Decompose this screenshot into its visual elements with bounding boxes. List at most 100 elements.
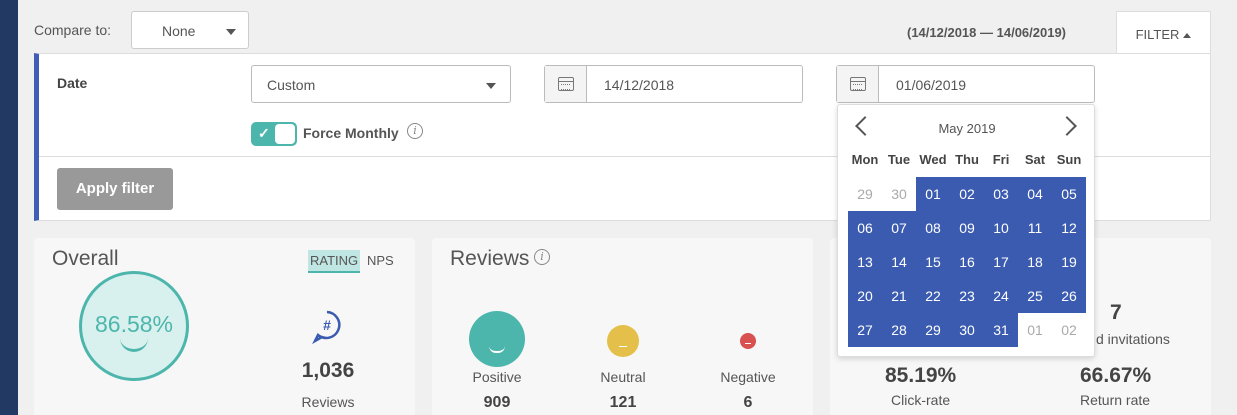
day-cell[interactable]: 24: [984, 279, 1018, 313]
neutral-count: 121: [609, 394, 637, 411]
day-cell[interactable]: 07: [882, 211, 916, 245]
score-value: 86.58%: [94, 311, 173, 337]
reviews-card: Reviews i Positive 909 Neutral 121 Negat…: [432, 238, 813, 415]
day-grid: 29 30 01 02 03 04 05 06 07 08 09 10 11 12 13 14 15 16 17 18…: [848, 177, 1086, 347]
compare-label: Compare to:: [34, 22, 112, 38]
day-cell[interactable]: 11: [1018, 211, 1052, 245]
reviews-label: Reviews: [301, 394, 355, 410]
day-cell[interactable]: 05: [1052, 177, 1086, 211]
toggle-knob: [275, 124, 295, 144]
end-date-input[interactable]: 01/06/2019: [836, 65, 1095, 103]
day-cell[interactable]: 02: [950, 177, 984, 211]
filter-label: FILTER: [1135, 27, 1180, 42]
apply-filter-button[interactable]: Apply filter: [57, 168, 173, 210]
day-cell[interactable]: 10: [984, 211, 1018, 245]
day-cell[interactable]: 26: [1052, 279, 1086, 313]
day-cell[interactable]: 01: [1018, 313, 1052, 347]
invitations-count: 7: [1110, 301, 1122, 324]
positive-count: 909: [483, 394, 511, 411]
day-cell[interactable]: 20: [848, 279, 882, 313]
weekday-label: Mon: [851, 152, 879, 167]
return-rate-value: 66.67%: [1080, 364, 1152, 387]
chevron-down-icon: [486, 83, 496, 89]
compare-value: None: [162, 23, 196, 39]
hash-icon: #: [312, 310, 341, 344]
weekday-label: Tue: [887, 152, 911, 167]
info-icon[interactable]: i: [534, 249, 550, 265]
reviews-count: 1,036: [301, 359, 355, 382]
tab-nps[interactable]: NPS: [367, 253, 394, 268]
return-rate-label: Return rate: [1080, 392, 1151, 408]
day-cell[interactable]: 15: [916, 245, 950, 279]
datepicker-popup: May 2019 Mon Tue Wed Thu Fri Sat Sun 29 30 01 02 0…: [837, 104, 1095, 357]
period-value: Custom: [267, 77, 316, 93]
weekday-label: Wed: [919, 152, 947, 167]
day-cell[interactable]: 16: [950, 245, 984, 279]
day-cell[interactable]: 06: [848, 211, 882, 245]
day-cell[interactable]: 19: [1052, 245, 1086, 279]
day-cell[interactable]: 14: [882, 245, 916, 279]
day-cell[interactable]: 25: [1018, 279, 1052, 313]
filter-toggle-button[interactable]: FILTER: [1116, 11, 1211, 55]
start-date-value: 14/12/2018: [604, 77, 675, 93]
day-cell[interactable]: 12: [1052, 211, 1086, 245]
datepicker-month: May 2019: [938, 121, 996, 136]
svg-text:#: #: [323, 317, 331, 333]
day-cell[interactable]: 17: [984, 245, 1018, 279]
click-rate-value: 85.19%: [885, 364, 957, 387]
invitations-label: d invitations: [1096, 331, 1170, 347]
day-cell[interactable]: 23: [950, 279, 984, 313]
info-icon[interactable]: i: [407, 123, 423, 139]
day-cell[interactable]: 18: [1018, 245, 1052, 279]
day-cell[interactable]: 22: [916, 279, 950, 313]
score-circle: 86.58%: [79, 271, 189, 381]
day-cell[interactable]: 29: [916, 313, 950, 347]
compare-select[interactable]: None: [131, 11, 249, 49]
day-cell[interactable]: 28: [882, 313, 916, 347]
card-title: Reviews: [450, 247, 530, 270]
weekday-header: Mon Tue Wed Thu Fri Sat Sun: [848, 152, 1086, 167]
day-cell[interactable]: 27: [848, 313, 882, 347]
caret-up-icon: [1183, 33, 1192, 39]
period-select[interactable]: Custom: [251, 65, 511, 103]
tab-rating[interactable]: RATING: [308, 250, 361, 273]
click-rate-label: Click-rate: [891, 392, 951, 408]
calendar-button[interactable]: [545, 66, 587, 102]
calendar-button[interactable]: [837, 66, 879, 102]
top-bar: Compare to: None (14/12/2018 — 14/06/201…: [18, 0, 1237, 55]
day-cell[interactable]: 08: [916, 211, 950, 245]
neutral-label: Neutral: [600, 369, 646, 385]
day-cell[interactable]: 31: [984, 313, 1018, 347]
force-monthly-toggle[interactable]: ✓: [251, 122, 297, 146]
day-cell[interactable]: 13: [848, 245, 882, 279]
weekday-label: Sat: [1024, 152, 1046, 167]
date-label: Date: [57, 75, 88, 91]
day-cell[interactable]: 30: [882, 177, 916, 211]
overall-card: Overall RATING NPS 86.58% # 1,036 Review…: [34, 238, 415, 415]
date-range-text: (14/12/2018 — 14/06/2019): [907, 25, 1067, 40]
smile-icon: [120, 338, 148, 352]
left-sidebar: [0, 0, 18, 415]
day-cell[interactable]: 01: [916, 177, 950, 211]
chevron-down-icon: [226, 29, 236, 35]
card-title: Overall: [52, 247, 119, 270]
day-cell[interactable]: 29: [848, 177, 882, 211]
day-cell[interactable]: 09: [950, 211, 984, 245]
calendar-icon: [558, 77, 574, 91]
day-cell[interactable]: 03: [984, 177, 1018, 211]
start-date-input[interactable]: 14/12/2018: [544, 65, 803, 103]
neutral-face-icon: [607, 325, 639, 357]
negative-count: 6: [743, 394, 753, 411]
weekday-label: Thu: [955, 152, 979, 167]
positive-label: Positive: [472, 369, 522, 385]
day-cell[interactable]: 04: [1018, 177, 1052, 211]
calendar-icon: [850, 77, 866, 91]
negative-label: Negative: [720, 369, 776, 385]
day-cell[interactable]: 21: [882, 279, 916, 313]
force-monthly-label: Force Monthly: [303, 125, 399, 141]
day-cell[interactable]: 30: [950, 313, 984, 347]
check-icon: ✓: [258, 125, 270, 141]
day-cell[interactable]: 02: [1052, 313, 1086, 347]
positive-face-icon: [469, 311, 525, 367]
end-date-value: 01/06/2019: [896, 77, 967, 93]
